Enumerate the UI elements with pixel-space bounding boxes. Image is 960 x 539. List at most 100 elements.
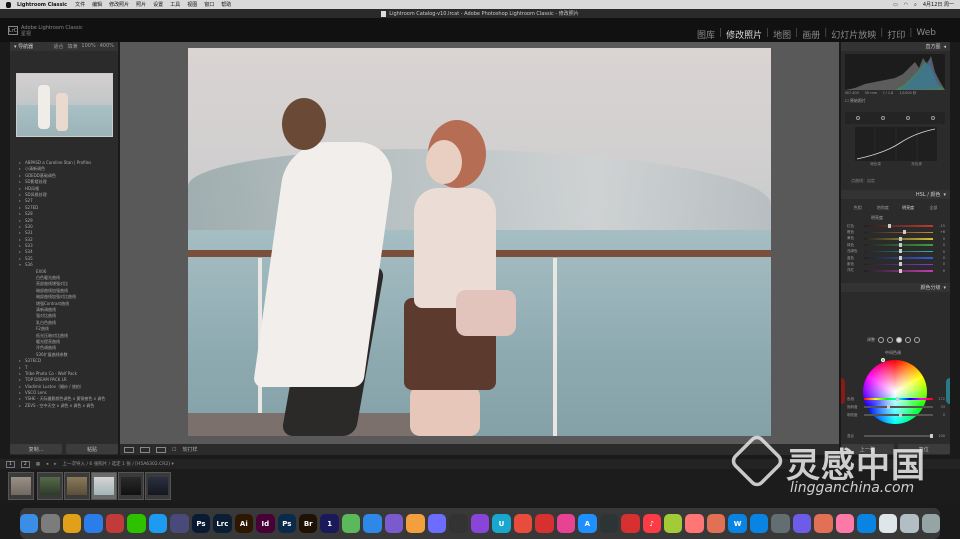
- app-icon-2[interactable]: [170, 514, 189, 533]
- slider-track[interactable]: [864, 255, 933, 260]
- app-icon-13[interactable]: [621, 514, 640, 533]
- system-prefs-icon[interactable]: [771, 514, 790, 533]
- slider-knob[interactable]: [898, 268, 902, 273]
- tab-saturation[interactable]: 饱和度: [870, 203, 895, 212]
- app-icon-17[interactable]: W: [728, 514, 747, 533]
- wifi-icon[interactable]: ◠: [904, 2, 908, 8]
- navigator-preview[interactable]: [16, 73, 113, 137]
- menu-help[interactable]: 帮助: [221, 1, 231, 8]
- slider-value[interactable]: 0: [936, 243, 945, 247]
- slider-track[interactable]: [864, 230, 933, 235]
- slider-value[interactable]: -15: [936, 224, 945, 228]
- slider-value[interactable]: 0: [936, 413, 945, 417]
- menu-develop[interactable]: 修改照片: [109, 1, 129, 8]
- zoom-100[interactable]: 100%: [81, 43, 95, 50]
- global-icon[interactable]: [914, 337, 920, 343]
- softproof-checkbox-icon[interactable]: ☐: [172, 447, 176, 453]
- illustrator-icon[interactable]: Ai: [234, 514, 254, 533]
- battery-icon[interactable]: ▭: [893, 2, 898, 8]
- hsl-header[interactable]: HSL / 颜色 ▾: [841, 190, 950, 199]
- tab-all[interactable]: 全部: [921, 203, 946, 212]
- app-icon-18[interactable]: [749, 514, 769, 533]
- zoom-fill[interactable]: 填满: [67, 43, 77, 50]
- music-icon[interactable]: ♪: [642, 514, 661, 533]
- zoom-400[interactable]: 400%: [100, 43, 114, 50]
- slider-knob[interactable]: [888, 223, 892, 228]
- app-icon-24[interactable]: [900, 514, 919, 533]
- module-slideshow[interactable]: 幻灯片放映: [829, 28, 878, 41]
- app-icon-8[interactable]: U: [492, 514, 511, 533]
- collapse-triangle-icon[interactable]: ▾: [943, 192, 946, 198]
- qq-icon[interactable]: [148, 514, 168, 533]
- app-icon-19[interactable]: [792, 514, 812, 533]
- original-photo-toggle[interactable]: ☐ 原始照片: [845, 98, 866, 104]
- app-icon-21[interactable]: [835, 514, 855, 533]
- shadows-icon[interactable]: [887, 337, 893, 343]
- main-canvas[interactable]: [120, 42, 839, 444]
- app-icon-9[interactable]: [513, 514, 533, 533]
- mask-tool-icon[interactable]: [930, 116, 935, 120]
- collapse-triangle-icon[interactable]: ◂: [943, 44, 946, 50]
- copy-settings-button[interactable]: 复制...: [10, 444, 62, 454]
- slider-value[interactable]: 0: [936, 269, 945, 273]
- module-library[interactable]: 图库: [695, 28, 717, 41]
- app-icon-14[interactable]: [663, 514, 683, 533]
- filmstrip-thumb-selected[interactable]: [91, 472, 117, 500]
- histogram-chart[interactable]: [845, 54, 945, 90]
- slider-knob[interactable]: [898, 249, 902, 254]
- slider-knob[interactable]: [898, 262, 902, 267]
- menu-tools[interactable]: 工具: [170, 1, 180, 8]
- app-icon-22[interactable]: [857, 514, 876, 533]
- color-wheel-handle[interactable]: [881, 358, 885, 362]
- menu-view[interactable]: 视图: [187, 1, 197, 8]
- slider-value[interactable]: 0: [936, 262, 945, 266]
- slider-knob[interactable]: [886, 404, 890, 409]
- spot-removal-icon[interactable]: [880, 116, 885, 120]
- slider-track[interactable]: [864, 262, 933, 267]
- loupe-view-icon[interactable]: [124, 446, 134, 453]
- secondary-window-1[interactable]: 1: [6, 460, 15, 468]
- slider-knob[interactable]: [898, 412, 902, 417]
- app-icon-4[interactable]: [363, 514, 382, 533]
- slider-knob[interactable]: [898, 236, 902, 241]
- slider-track[interactable]: [864, 412, 933, 417]
- slider-value[interactable]: 172: [936, 397, 945, 401]
- filmstrip-breadcrumb[interactable]: 上一次导入 / 6 张照片 / 选定 1 张 / [H5A6302.CR2] ▾: [63, 461, 174, 467]
- module-develop[interactable]: 修改照片: [724, 28, 764, 41]
- three-way-icon[interactable]: [878, 337, 884, 343]
- crop-tool-icon[interactable]: [855, 116, 860, 120]
- app-icon-6[interactable]: [427, 514, 447, 533]
- slider-track[interactable]: [864, 242, 933, 247]
- red-eye-icon[interactable]: [905, 116, 910, 120]
- app-icon-23[interactable]: [878, 514, 898, 533]
- wechat-icon[interactable]: [127, 514, 146, 533]
- before-after-icon[interactable]: [140, 446, 150, 453]
- paste-settings-button[interactable]: 粘贴: [66, 444, 118, 454]
- slider-track[interactable]: [864, 404, 933, 409]
- before-after-options-icon[interactable]: [156, 446, 166, 453]
- photoshop-icon[interactable]: Ps: [191, 514, 211, 533]
- finder-icon[interactable]: [19, 514, 39, 533]
- slider-track[interactable]: [864, 396, 933, 401]
- midtones-icon[interactable]: [896, 337, 902, 343]
- apple-icon[interactable]: [6, 1, 11, 8]
- photoshop-beta-icon[interactable]: Ps: [277, 514, 297, 533]
- app-icon-16[interactable]: [706, 514, 726, 533]
- filmstrip-thumb[interactable]: [145, 472, 171, 500]
- chrome-icon[interactable]: [62, 514, 82, 533]
- color-grading-header[interactable]: 颜色分级 ▾: [841, 283, 950, 292]
- tone-curve[interactable]: [855, 127, 937, 161]
- point-curve-select[interactable]: 点曲线：自定: [851, 178, 875, 184]
- menu-file[interactable]: 文件: [75, 1, 85, 8]
- slider-track[interactable]: [864, 268, 933, 273]
- app-icon-20[interactable]: [814, 514, 833, 533]
- grid-icon[interactable]: ▦: [36, 462, 40, 467]
- lightroom-icon[interactable]: Lrc: [213, 514, 232, 533]
- tab-luminance[interactable]: 明亮度: [896, 203, 921, 212]
- slider-knob[interactable]: [902, 230, 906, 235]
- slider-knob[interactable]: [896, 396, 900, 401]
- forward-icon[interactable]: ▸: [54, 462, 56, 467]
- menu-window[interactable]: 窗口: [204, 1, 214, 8]
- highlights-icon[interactable]: [905, 337, 911, 343]
- histogram-header[interactable]: 直方图 ◂: [841, 42, 950, 51]
